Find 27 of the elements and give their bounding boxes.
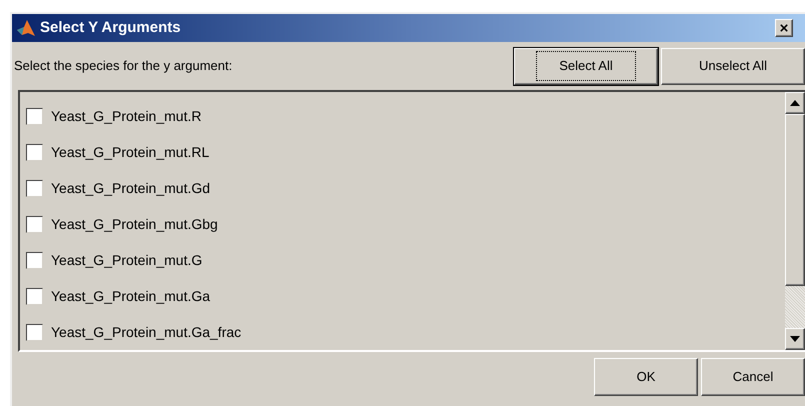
dialog-button[interactable]: Cancel [701,358,805,396]
checkbox[interactable] [26,216,43,232]
select-button[interactable]: Select All [514,48,658,84]
close-button[interactable]: × [775,19,793,37]
item-label: Yeast_G_Protein_mut.Ga_frac [51,322,242,342]
scroll-down-button[interactable] [785,328,805,350]
item-label: Yeast_G_Protein_mut.Gd [51,178,210,198]
up-arrow-icon [790,100,800,106]
checkbox[interactable] [26,144,43,160]
window-title: Select Y Arguments [40,18,182,38]
item-label: Yeast_G_Protein_mut.R [51,106,202,126]
scroll-up-button[interactable] [785,92,805,114]
item-label: Yeast_G_Protein_mut.Ga [51,286,210,306]
dialog-button[interactable]: OK [594,358,698,396]
checkbox[interactable] [26,252,43,268]
scroll-thumb[interactable] [785,114,805,286]
item-label: Yeast_G_Protein_mut.RL [51,142,210,162]
item-label: Yeast_G_Protein_mut.G [51,250,202,270]
prompt-label: Select the species for the y argument: [14,57,234,76]
checkbox[interactable] [26,288,43,304]
item-label: Yeast_G_Protein_mut.Gbg [51,214,218,234]
select-button[interactable]: Unselect All [661,48,805,84]
logo-icon [16,18,36,38]
checkbox[interactable] [26,180,43,196]
down-arrow-icon [790,336,800,342]
checkbox[interactable] [26,108,43,124]
checkbox[interactable] [26,324,43,340]
